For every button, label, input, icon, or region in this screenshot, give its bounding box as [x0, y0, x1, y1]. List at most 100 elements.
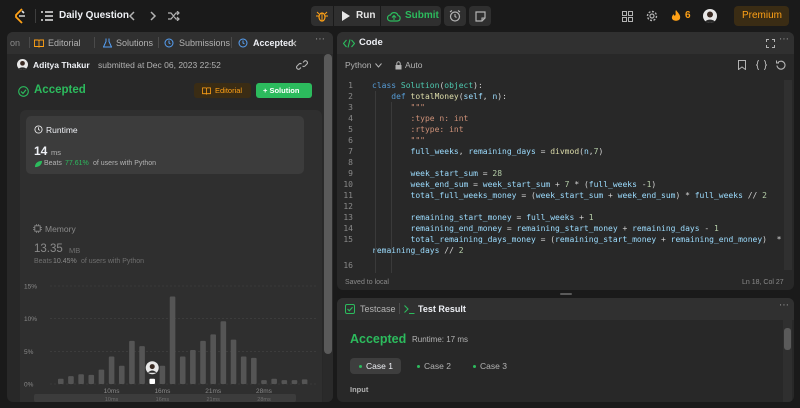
runtime-title: Runtime	[46, 125, 78, 135]
runtime-card[interactable]: Runtime 14 ms Beats 77.61% of users with…	[26, 116, 304, 174]
case-2-label: Case 2	[424, 361, 451, 371]
more-options-icon[interactable]: ⋯	[315, 34, 326, 45]
gear-icon[interactable]	[645, 9, 659, 23]
more-options-icon[interactable]: ⋯	[779, 300, 789, 311]
shuffle-icon[interactable]	[167, 9, 181, 23]
distribution-bar	[261, 380, 267, 384]
overview-tick-label: 16ms	[156, 397, 170, 402]
code-icon	[343, 38, 355, 48]
distribution-bar	[118, 365, 125, 384]
author-name[interactable]: Aditya Thakur	[33, 60, 90, 70]
y-tick-label: 15%	[24, 284, 37, 291]
tab-divider	[158, 37, 159, 48]
your-runtime-bar	[149, 378, 156, 384]
code-tab-title[interactable]: Code	[359, 37, 383, 48]
test-scrollbar-thumb[interactable]	[784, 328, 791, 350]
nav-divider	[35, 9, 36, 23]
check-circle-icon	[17, 85, 29, 97]
distribution-bar	[88, 374, 95, 384]
nav-title[interactable]: Daily Question	[59, 10, 129, 21]
streak-count[interactable]: 6	[685, 10, 691, 21]
test-scrollbar-track[interactable]	[783, 320, 792, 402]
leaf-icon	[33, 159, 43, 168]
y-tick-label: 0%	[24, 382, 34, 389]
submit-button[interactable]: Submit	[381, 6, 441, 26]
code-editor[interactable]: 1 class Solution(object): 2 def totalMone…	[337, 80, 794, 273]
distribution-bar	[98, 369, 105, 384]
runtime-distribution-chart[interactable]: 15% 10% 5% 0% 10ms 16ms 21ms 28ms 10ms 16ms 21ms 28…	[20, 280, 322, 402]
panel-resize-handle[interactable]	[560, 293, 572, 295]
distribution-bar	[281, 380, 288, 384]
x-tick-label: 10ms	[104, 388, 121, 395]
y-tick-label: 5%	[24, 349, 34, 356]
editor-scrollbar[interactable]	[784, 80, 792, 270]
author-avatar[interactable]	[17, 59, 28, 70]
runtime-beats-prefix: Beats	[44, 160, 62, 167]
braces-icon[interactable]	[755, 59, 767, 70]
add-solution-label: + Solution	[263, 86, 300, 95]
case-3-tab[interactable]: Case 3	[466, 358, 517, 374]
notes-button[interactable]	[469, 6, 491, 26]
left-tab-bar: on Editorial Solutions Submissions Accep…	[7, 32, 333, 54]
mode-label[interactable]: Auto	[405, 60, 423, 70]
case-1-tab[interactable]: Case 1	[350, 358, 401, 374]
editorial-button[interactable]: Editorial	[194, 83, 251, 98]
tab-editorial[interactable]: Editorial	[48, 38, 81, 48]
indent-guide	[375, 91, 376, 273]
memory-title: Memory	[45, 224, 76, 234]
chevron-left-icon[interactable]	[125, 9, 139, 23]
chevron-down-icon[interactable]	[374, 62, 382, 69]
tab-solutions[interactable]: Solutions	[116, 38, 153, 48]
add-solution-button[interactable]: + Solution	[256, 83, 312, 98]
premium-button[interactable]: Premium	[734, 6, 789, 26]
alarm-clock-icon	[448, 9, 462, 23]
debug-button[interactable]	[311, 6, 333, 26]
grid-layout-icon[interactable]	[620, 9, 634, 23]
book-icon	[202, 86, 211, 95]
close-icon[interactable]	[289, 38, 298, 48]
left-scrollbar-track[interactable]	[323, 54, 333, 402]
memory-beats-prefix: Beats	[34, 258, 52, 265]
submit-label: Submit	[405, 10, 439, 21]
cloud-upload-icon	[387, 10, 401, 22]
indent-guide	[391, 102, 392, 273]
book-icon	[34, 38, 44, 48]
tab-description-partial[interactable]: on	[10, 38, 20, 48]
history-active-icon	[238, 38, 248, 48]
memory-card[interactable]: Memory 13.35 MB Beats 10.45% of users wi…	[26, 218, 304, 270]
tab-test-result[interactable]: Test Result	[418, 304, 466, 314]
tab-accepted[interactable]: Accepted	[253, 38, 294, 48]
terminal-icon	[404, 304, 415, 314]
flame-icon[interactable]	[670, 9, 682, 23]
reset-icon[interactable]	[775, 59, 786, 70]
memory-beats-percent: 10.45%	[53, 258, 77, 265]
distribution-bar	[78, 374, 84, 384]
maximize-icon[interactable]	[765, 38, 775, 48]
tab-testcase[interactable]: Testcase	[360, 304, 396, 314]
avatar[interactable]	[703, 9, 717, 23]
tab-submissions[interactable]: Submissions	[179, 38, 230, 48]
leetcode-logo-icon[interactable]	[12, 7, 28, 25]
memory-beats-suffix: of users with Python	[81, 258, 145, 265]
case-2-tab[interactable]: Case 2	[409, 358, 460, 374]
y-tick-label: 10%	[24, 316, 37, 323]
tab-divider	[231, 37, 232, 48]
chevron-right-icon[interactable]	[146, 9, 160, 23]
bookmark-icon[interactable]	[737, 59, 747, 70]
case-3-label: Case 3	[480, 361, 507, 371]
case-pass-dot	[359, 365, 362, 368]
stats-card: Runtime 14 ms Beats 77.61% of users with…	[20, 110, 322, 402]
distribution-bar	[200, 340, 206, 384]
link-icon[interactable]	[296, 59, 308, 71]
distribution-bar	[190, 350, 196, 384]
run-button[interactable]: Run	[334, 6, 380, 26]
problem-list-icon[interactable]	[40, 9, 54, 23]
case-1-label: Case 1	[366, 361, 393, 371]
more-options-icon[interactable]: ⋯	[779, 34, 789, 45]
bug-icon	[315, 9, 329, 23]
timer-button[interactable]	[444, 6, 466, 26]
left-scrollbar-thumb[interactable]	[324, 54, 332, 354]
top-nav: Daily Question Run Submit 6 Premium	[0, 0, 800, 32]
flask-icon	[102, 38, 112, 48]
language-select[interactable]: Python	[345, 60, 371, 70]
